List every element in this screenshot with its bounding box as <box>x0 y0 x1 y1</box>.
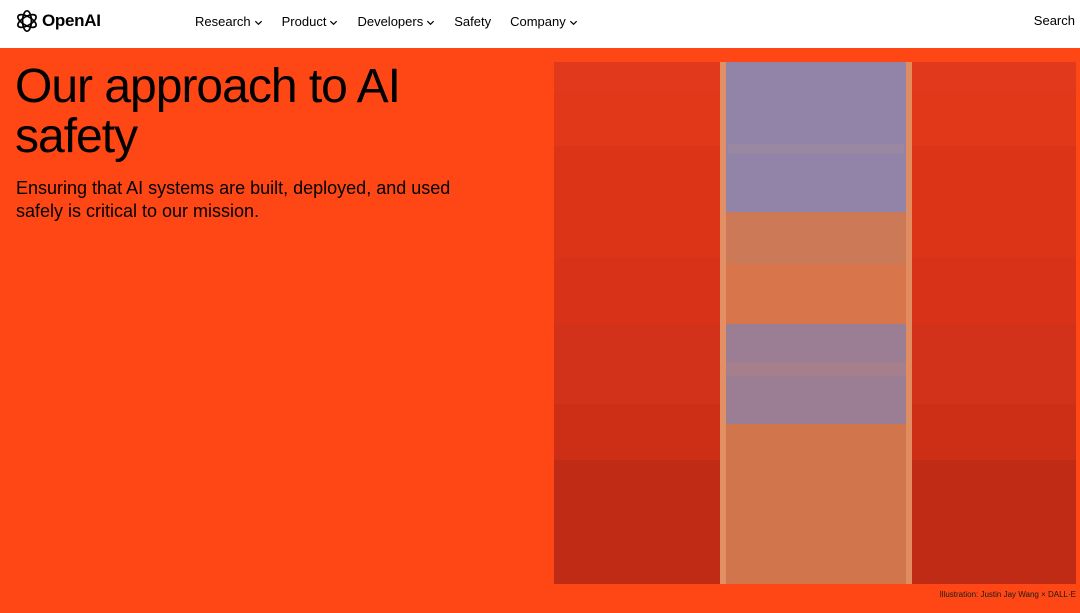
nav-item-developers[interactable]: Developers <box>357 14 435 29</box>
illustration-caption: Illustration: Justin Jay Wang × DALL·E <box>939 590 1076 599</box>
page-title: Our approach to AI safety <box>15 60 401 163</box>
chevron-down-icon <box>254 20 262 25</box>
chevron-down-icon <box>330 20 338 25</box>
chevron-down-icon <box>569 20 577 25</box>
nav-item-label: Safety <box>454 13 492 29</box>
nav-item-label: Research <box>195 13 251 29</box>
nav-item-product[interactable]: Product <box>282 14 339 29</box>
page-subtitle: Ensuring that AI systems are built, depl… <box>16 178 451 221</box>
hero-illustration <box>554 62 1076 584</box>
nav-item-company[interactable]: Company <box>510 14 578 29</box>
main-nav: Research Product Developers Safety Compa… <box>195 12 578 30</box>
openai-logo-icon <box>17 9 37 33</box>
nav-item-label: Developers <box>357 13 424 29</box>
nav-item-label: Product <box>281 13 327 29</box>
hero-section: Our approach to AI safety Ensuring that … <box>0 48 1080 613</box>
brand-name: OpenAI <box>42 11 101 30</box>
nav-item-label: Company <box>510 13 566 29</box>
openai-logo-link[interactable]: OpenAI <box>15 9 101 33</box>
search-button[interactable]: Search <box>1034 13 1075 28</box>
nav-item-research[interactable]: Research <box>195 14 263 29</box>
top-navigation-bar: OpenAI Research Product Developers Safet… <box>0 0 1080 48</box>
nav-item-safety[interactable]: Safety <box>454 14 491 29</box>
chevron-down-icon <box>427 20 435 25</box>
